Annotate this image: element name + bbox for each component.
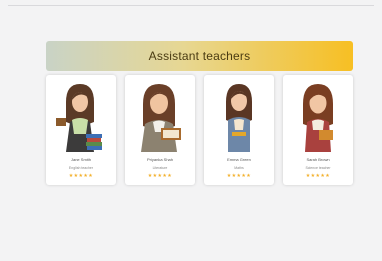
- teacher-subject: English teacher: [68, 166, 94, 170]
- teacher-cards: Jane Smith English teacher ★★★★★ Priyank…: [46, 75, 353, 185]
- teacher-subject: Literature: [152, 166, 168, 170]
- teacher-avatar-image: [303, 84, 333, 152]
- teacher-card[interactable]: Jane Smith English teacher ★★★★★: [46, 75, 116, 185]
- section-title: Assistant teachers: [148, 49, 251, 63]
- teacher-name: Sarah Brown: [306, 157, 330, 162]
- section-banner: Assistant teachers: [46, 41, 353, 71]
- teacher-card[interactable]: Sarah Brown Science teacher ★★★★★: [283, 75, 353, 185]
- teacher-avatar-image: [141, 84, 181, 152]
- teacher-card[interactable]: Emma Green Maths ★★★★★: [204, 75, 274, 185]
- rating-stars: ★★★★★: [226, 173, 252, 179]
- teacher-avatar-image: [56, 84, 102, 152]
- teacher-name: Jane Smith: [70, 157, 91, 162]
- rating-stars: ★★★★★: [68, 173, 94, 179]
- teacher-subject: Science teacher: [305, 166, 331, 170]
- top-divider: [8, 5, 374, 6]
- rating-stars: ★★★★★: [305, 173, 331, 179]
- teacher-avatar-image: [226, 84, 252, 152]
- teacher-subject: Maths: [234, 166, 244, 170]
- teacher-name: Priyanka Shah: [146, 157, 173, 162]
- rating-stars: ★★★★★: [147, 173, 173, 179]
- teacher-card[interactable]: Priyanka Shah Literature ★★★★★: [125, 75, 195, 185]
- teacher-name: Emma Green: [227, 157, 251, 162]
